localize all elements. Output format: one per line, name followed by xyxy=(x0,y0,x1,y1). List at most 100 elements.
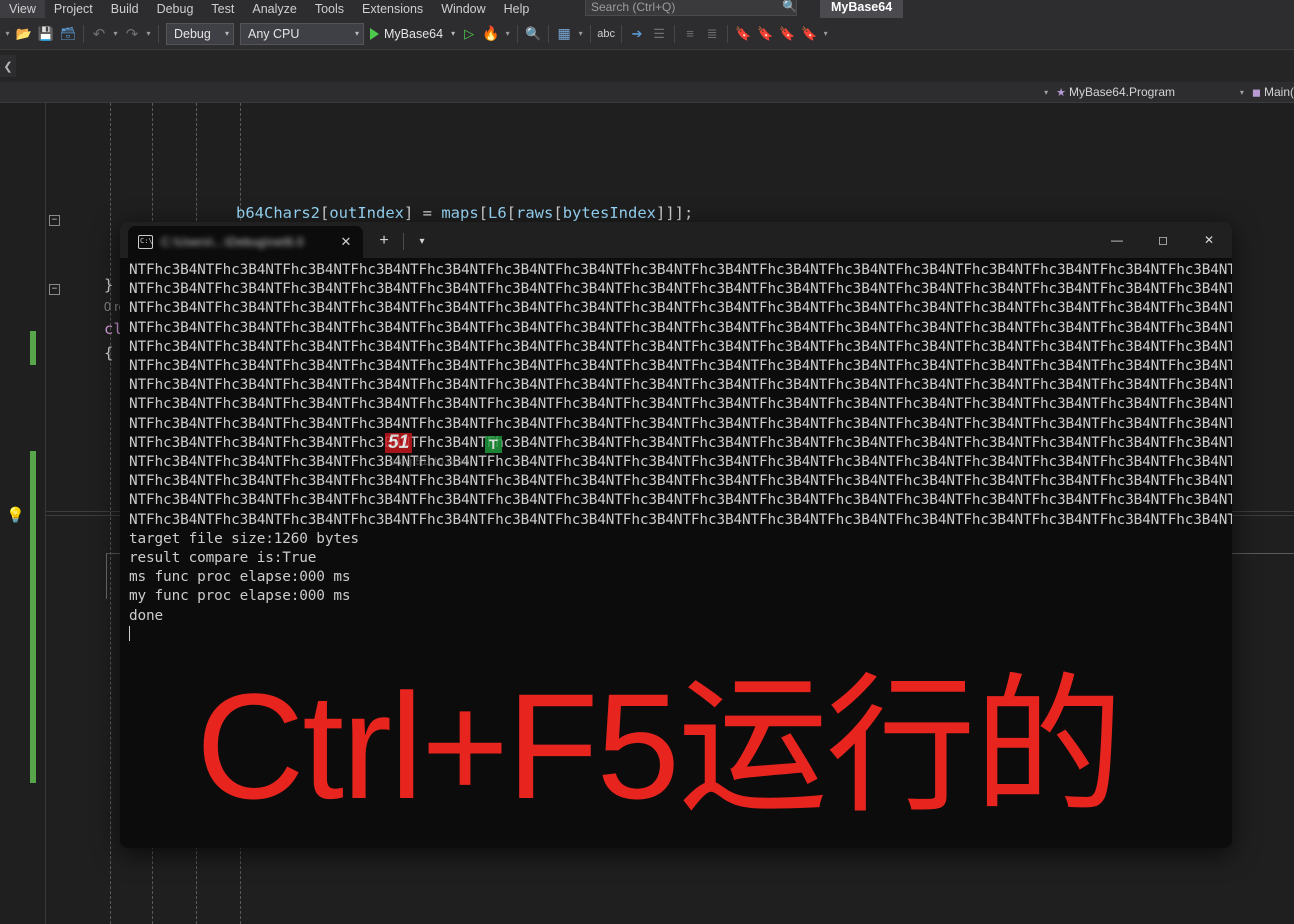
chevron-down-icon[interactable]: ▾ xyxy=(408,226,436,256)
document-tab-strip xyxy=(0,50,1294,82)
navbar-type-cell[interactable]: ▾ ★ MyBase64.Program xyxy=(560,82,1175,103)
menu-item-extensions[interactable]: Extensions xyxy=(353,0,432,18)
code-token: [ xyxy=(320,204,330,222)
toolbar-divider-6 xyxy=(621,24,623,43)
undo-dropdown-icon[interactable]: ▾ xyxy=(110,22,121,46)
chevron-down-icon[interactable]: ▾ xyxy=(1044,88,1048,97)
document-nav-back-icon[interactable]: ❮ xyxy=(0,55,16,77)
code-token: maps xyxy=(441,204,479,222)
chevron-down-icon[interactable]: ▾ xyxy=(215,29,229,38)
plus-icon[interactable]: + xyxy=(369,226,399,256)
code-token: ]]]; xyxy=(656,204,694,222)
navbar-project-cell[interactable] xyxy=(0,82,560,103)
code-token: [ xyxy=(506,204,517,222)
terminal-output-line-3: my func proc elapse:000 ms xyxy=(129,588,351,605)
terminal-title-bar[interactable]: C:\ C:\Users\...\Debug\net6.0 ✕ + ▾ — ◻ … xyxy=(120,222,1232,258)
code-line-3: } xyxy=(104,273,113,297)
search-input[interactable]: Search (Ctrl+Q) xyxy=(585,0,797,16)
hot-reload-dropdown-icon[interactable]: ▾ xyxy=(502,22,513,46)
menu-item-build[interactable]: Build xyxy=(102,0,148,18)
play-outline-icon[interactable]: ▷ xyxy=(458,22,480,46)
vs-toolbar: ▾ 📂 💾 🗃 ↶ ▾ ↷ ▾ Debug ▾ Any CPU ▾ MyBase… xyxy=(0,18,1294,50)
window-layout-dropdown-icon[interactable]: ▾ xyxy=(575,22,586,46)
select-pointer-icon[interactable]: ➔ xyxy=(626,22,648,46)
configuration-value: Debug xyxy=(174,26,211,41)
terminal-base64-line: NTFhc3B4NTFhc3B4NTFhc3B4NTFhc3B4NTFhc3B4… xyxy=(129,262,1232,278)
save-icon[interactable]: 💾 xyxy=(35,22,57,46)
code-token: } xyxy=(104,276,114,294)
chevron-down-icon[interactable]: ▾ xyxy=(345,29,359,38)
bookmark-next-icon[interactable]: 🔖 xyxy=(776,22,798,46)
terminal-base64-line: NTFhc3B4NTFhc3B4NTFhc3B4NTFhc3B4NTFhc3B4… xyxy=(129,281,1232,298)
menu-item-help[interactable]: Help xyxy=(495,0,539,18)
close-icon[interactable]: ✕ xyxy=(335,231,357,253)
decrease-indent-icon[interactable]: ≣ xyxy=(701,22,723,46)
increase-indent-icon[interactable]: ≡ xyxy=(679,22,701,46)
window-control-buttons: — ◻ ✕ xyxy=(1094,222,1232,258)
minimize-icon[interactable]: — xyxy=(1094,222,1140,258)
maximize-icon[interactable]: ◻ xyxy=(1140,222,1186,258)
undo-icon[interactable]: ↶ xyxy=(88,22,110,46)
bookmark-prev-icon[interactable]: 🔖 xyxy=(754,22,776,46)
terminal-base64-line: NTFhc3B4NTFhc3B4NTFhc3B4NTFhc3B4NTFhc3B4… xyxy=(129,358,1232,375)
terminal-cursor xyxy=(129,625,1232,645)
menu-item-test[interactable]: Test xyxy=(202,0,243,18)
toolbar-overflow-icon[interactable]: ▾ xyxy=(820,22,831,46)
code-token: { xyxy=(104,344,114,362)
platform-combo[interactable]: Any CPU ▾ xyxy=(240,22,364,45)
configuration-combo[interactable]: Debug ▾ xyxy=(166,22,234,45)
save-all-icon[interactable]: 🗃 xyxy=(57,22,79,46)
redo-dropdown-icon[interactable]: ▾ xyxy=(143,22,154,46)
terminal-output-line-0: target file size:1260 bytes xyxy=(129,530,359,547)
code-token: raws xyxy=(516,204,554,222)
menu-item-project[interactable]: Project xyxy=(45,0,102,18)
terminal-tab-title: C:\Users\...\Debug\net6.0 xyxy=(161,235,304,249)
abc-check-icon[interactable]: abc xyxy=(595,22,617,46)
screen-root: View Project Build Debug Test Analyze To… xyxy=(0,0,1294,924)
terminal-base64-line: NTFhc3B4NTFhc3B4NTFhc3B4NTFhc3B4NTFhc3B4… xyxy=(129,511,1232,528)
terminal-base64-line: NTFhc3B4NTFhc3B4NTFhc3B4NTFhc3B4NTFhc3B4… xyxy=(129,473,1232,490)
menu-item-view[interactable]: View xyxy=(0,0,45,18)
redo-icon[interactable]: ↷ xyxy=(121,22,143,46)
collapse-region-icon-2[interactable]: − xyxy=(49,284,60,295)
menu-item-debug[interactable]: Debug xyxy=(148,0,203,18)
close-icon[interactable]: ✕ xyxy=(1186,222,1232,258)
hot-reload-flame-icon[interactable]: 🔥 xyxy=(480,22,502,46)
toolbar-divider-8 xyxy=(727,24,729,43)
terminal-output-line-4: done xyxy=(129,607,164,624)
bookmark-icon[interactable]: 🔖 xyxy=(732,22,754,46)
start-dropdown-icon[interactable]: ▾ xyxy=(443,29,455,38)
terminal-base64-line: NTFhc3B4NTFhc3B4NTFhc3B4NTFhc3B4NTFhc3B4… xyxy=(129,300,1232,317)
window-layout-icon[interactable]: ▦ xyxy=(553,22,575,46)
code-token: outIndex xyxy=(329,204,404,222)
terminal-base64-line: NTFhc3B4NTFhc3B4NTFhc3B4NTFhc3B4NTFhc3B4… xyxy=(129,434,1232,451)
terminal-output[interactable]: NTFhc3B4NTFhc3B4NTFhc3B4NTFhc3B4NTFhc3B4… xyxy=(120,258,1232,848)
menu-item-window[interactable]: Window xyxy=(432,0,494,18)
terminal-tab[interactable]: C:\ C:\Users\...\Debug\net6.0 ✕ xyxy=(128,226,363,258)
tab-mybase64[interactable]: MyBase64 xyxy=(820,0,904,18)
terminal-base64-line: NTFhc3B4NTFhc3B4NTFhc3B4NTFhc3B4NTFhc3B4… xyxy=(129,454,1232,471)
play-icon xyxy=(370,27,379,40)
method-icon: ◼ xyxy=(1251,86,1261,99)
code-token: [ xyxy=(553,204,563,222)
open-file-icon[interactable]: 📂 xyxy=(13,22,35,46)
collapse-region-icon[interactable]: − xyxy=(49,215,60,226)
toolbar-divider-2 xyxy=(158,24,159,43)
menu-item-analyze[interactable]: Analyze xyxy=(243,0,305,18)
navbar-member-cell[interactable]: ▾ ◼ Main( xyxy=(1175,82,1294,103)
terminal-window[interactable]: C:\ C:\Users\...\Debug\net6.0 ✕ + ▾ — ◻ … xyxy=(120,222,1232,848)
start-debugging-button[interactable]: MyBase64 ▾ xyxy=(367,27,458,41)
menu-item-tools[interactable]: Tools xyxy=(306,0,353,18)
code-navigation-bar: ▾ ★ MyBase64.Program ▾ ◼ Main( xyxy=(0,82,1294,103)
change-bar-1 xyxy=(30,331,36,365)
find-in-files-icon[interactable]: 🔍 xyxy=(522,22,544,46)
terminal-content: NTFhc3B4NTFhc3B4NTFhc3B4NTFhc3B4NTFhc3B4… xyxy=(129,261,1232,645)
toolbar-back-caret-icon[interactable]: ▾ xyxy=(2,22,13,46)
toolbar-divider xyxy=(83,24,84,43)
lightbulb-quick-actions-icon[interactable]: 💡 xyxy=(6,506,25,524)
bookmark-clear-icon[interactable]: 🔖 xyxy=(798,22,820,46)
terminal-output-line-2: ms func proc elapse:000 ms xyxy=(129,569,351,586)
chevron-down-icon[interactable]: ▾ xyxy=(1240,88,1244,97)
comment-icon[interactable]: ☰ xyxy=(648,22,670,46)
cmd-console-icon: C:\ xyxy=(138,235,153,249)
